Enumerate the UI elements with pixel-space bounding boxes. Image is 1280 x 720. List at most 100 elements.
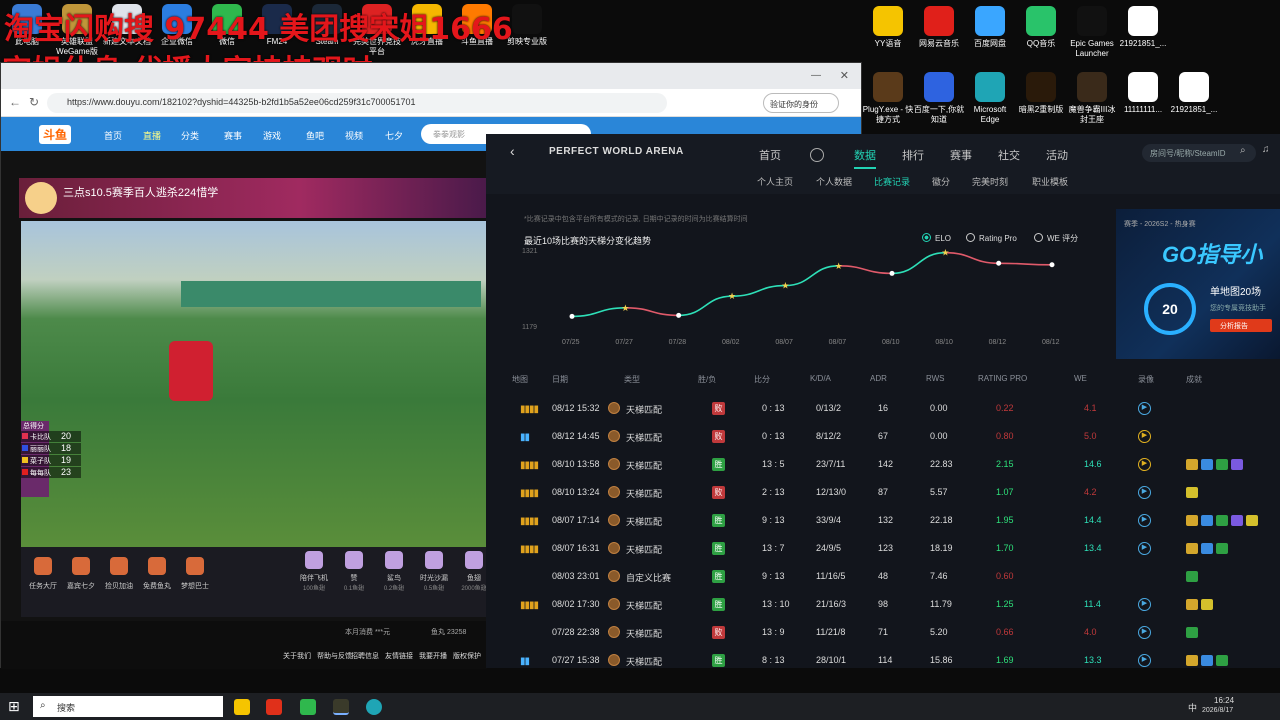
replay-icon[interactable]: ▶ xyxy=(1138,402,1151,415)
table-row[interactable]: ▮▮▮▮ 08/02 17:30 天梯匹配 胜 13 : 10 21/16/3 98 11.7… xyxy=(512,590,1280,618)
achievement-tag[interactable] xyxy=(1186,571,1198,582)
gift-item[interactable]: 赞 0.1鱼翅 xyxy=(335,551,373,592)
achievement-tag[interactable] xyxy=(1216,655,1228,666)
footer-link[interactable]: 友情链接 xyxy=(385,651,413,661)
gift-item[interactable]: 鲨鸟 0.2鱼翅 xyxy=(375,551,413,592)
douyu-logo[interactable]: 斗鱼 xyxy=(39,125,72,144)
replay-icon[interactable]: ▶ xyxy=(1138,514,1151,527)
replay-icon[interactable]: ▶ xyxy=(1138,654,1151,667)
table-row[interactable]: ▮▮▮▮ 08/10 13:24 天梯匹配 败 2 : 13 12/13/0 87 5.57 1… xyxy=(512,478,1280,506)
replay-icon[interactable]: ▶ xyxy=(1138,542,1151,555)
desktop-icon[interactable]: 暗黑2重制版 xyxy=(1015,72,1067,115)
achievement-tag[interactable] xyxy=(1201,459,1213,470)
nav-live[interactable]: 直播 xyxy=(143,129,161,142)
achievement-tag[interactable] xyxy=(1216,543,1228,554)
achievement-tag[interactable] xyxy=(1186,543,1198,554)
achievement-tag[interactable] xyxy=(1186,627,1198,638)
avatar[interactable] xyxy=(810,148,824,162)
back-chevron-icon[interactable]: ‹ xyxy=(510,143,515,159)
nav-fishbar[interactable]: 鱼吧 xyxy=(306,129,324,142)
analysis-report-button[interactable]: 分析报告 xyxy=(1210,319,1272,332)
game-taskbar-icon[interactable] xyxy=(333,699,349,715)
search-icon[interactable]: ⌕ xyxy=(1240,145,1246,156)
gift-item[interactable]: 梦想巴士 xyxy=(177,557,213,591)
achievement-tag[interactable] xyxy=(1216,459,1228,470)
desktop-icon[interactable]: 11111111... xyxy=(1117,72,1169,115)
footer-link[interactable]: 招聘信息 xyxy=(351,651,379,661)
desktop-icon[interactable]: Microsoft Edge xyxy=(964,72,1016,125)
table-row[interactable]: 07/28 22:38 天梯匹配 败 13 : 9 11/21/8 71 5.20 0.66 4… xyxy=(512,618,1280,646)
nav-home[interactable]: 首页 xyxy=(104,129,122,142)
edge-taskbar-icon[interactable] xyxy=(366,699,382,715)
url-input[interactable]: https://www.douyu.com/182102?dyshid=4432… xyxy=(47,93,667,113)
minimize-icon[interactable]: — xyxy=(811,70,821,81)
nav-category[interactable]: 分类 xyxy=(181,129,199,142)
back-icon[interactable]: ← xyxy=(9,95,21,109)
desktop-icon[interactable]: 魔兽争霸III冰封王座 xyxy=(1066,72,1118,125)
streamer-avatar[interactable] xyxy=(25,182,57,214)
footer-link[interactable]: 帮助与反馈 xyxy=(317,651,352,661)
achievement-tag[interactable] xyxy=(1201,515,1213,526)
column-header[interactable]: 类型 xyxy=(624,374,640,385)
nav-data[interactable]: 数据 xyxy=(854,147,876,169)
replay-icon[interactable]: ▶ xyxy=(1138,626,1151,639)
achievement-tag[interactable] xyxy=(1231,459,1243,470)
table-row[interactable]: ▮▮ 07/27 15:38 天梯匹配 胜 8 : 13 28/10/1 114 15.86 1… xyxy=(512,646,1280,668)
table-row[interactable]: ▮▮▮▮ 08/10 13:58 天梯匹配 胜 13 : 5 23/7/11 142 22.8… xyxy=(512,450,1280,478)
replay-icon[interactable]: ▶ xyxy=(1138,430,1151,443)
achievement-tag[interactable] xyxy=(1186,459,1198,470)
subnav-data[interactable]: 个人数据 xyxy=(816,175,852,188)
achievement-tag[interactable] xyxy=(1231,515,1243,526)
table-row[interactable]: ▮▮▮▮ 08/07 17:14 天梯匹配 胜 9 : 13 33/9/4 132 22.18… xyxy=(512,506,1280,534)
achievement-tag[interactable] xyxy=(1201,543,1213,554)
nav-video[interactable]: 视频 xyxy=(345,129,363,142)
desktop-icon[interactable]: 21921851_... xyxy=(1168,72,1220,115)
replay-icon[interactable]: ▶ xyxy=(1138,598,1151,611)
desktop-icon[interactable]: 百度一下,你就知道 xyxy=(913,72,965,125)
footer-link[interactable]: 关于我们 xyxy=(283,651,311,661)
table-row[interactable]: ▮▮ 08/12 14:45 天梯匹配 败 0 : 13 8/12/2 67 0.00 0.80… xyxy=(512,422,1280,450)
gift-item[interactable]: 免费鱼丸 xyxy=(139,557,175,591)
nav-events[interactable]: 赛事 xyxy=(224,129,242,142)
gift-item[interactable]: 时光沙漏 0.5鱼翅 xyxy=(415,551,453,592)
gift-item[interactable]: 捡贝加油 xyxy=(101,557,137,591)
desktop-icon[interactable]: 百度网盘 xyxy=(964,6,1016,49)
app-taskbar-icon[interactable] xyxy=(266,699,282,715)
column-header[interactable]: 日期 xyxy=(552,374,568,385)
pwa-search-input[interactable]: 房间号/昵称/SteamID xyxy=(1142,144,1256,162)
achievement-tag[interactable] xyxy=(1201,599,1213,610)
achievement-tag[interactable] xyxy=(1186,515,1198,526)
subnav-home[interactable]: 个人主页 xyxy=(757,175,793,188)
table-row[interactable]: ▮▮▮▮ 08/07 16:31 天梯匹配 胜 13 : 7 24/9/5 123 18.19… xyxy=(512,534,1280,562)
desktop-icon[interactable]: YY语音 xyxy=(862,6,914,49)
table-row[interactable]: 08/03 23:01 自定义比赛 胜 9 : 13 11/16/5 48 7.46 0.60 xyxy=(512,562,1280,590)
bell-icon[interactable]: ♫ xyxy=(1262,144,1270,155)
clock-date[interactable]: 2026/8/17 xyxy=(1202,707,1233,714)
video-player[interactable]: 总得分 卡比队 20 丽丽队 18 菜子队 19 每每队 23 xyxy=(21,221,487,547)
table-row[interactable]: ▮▮▮▮ 08/12 15:32 天梯匹配 败 0 : 13 0/13/2 16 0.00 0.… xyxy=(512,394,1280,422)
desktop-icon[interactable]: Epic Games Launcher xyxy=(1066,6,1118,59)
nav-events[interactable]: 赛事 xyxy=(950,147,972,163)
desktop-icon[interactable]: QQ音乐 xyxy=(1015,6,1067,49)
subnav-badge[interactable]: 徽分 xyxy=(932,175,950,188)
achievement-tag[interactable] xyxy=(1246,515,1258,526)
close-icon[interactable]: ✕ xyxy=(840,69,849,82)
reload-icon[interactable]: ↻ xyxy=(29,95,39,109)
nav-rank[interactable]: 排行 xyxy=(902,147,924,163)
subnav-records[interactable]: 比赛记录 xyxy=(874,175,910,188)
nav-home[interactable]: 首页 xyxy=(759,147,781,163)
gift-item[interactable]: 嘉宾七夕 xyxy=(63,557,99,591)
achievement-tag[interactable] xyxy=(1186,487,1198,498)
gift-item[interactable]: 陪伴飞机 100鱼翅 xyxy=(295,551,333,592)
replay-icon[interactable]: ▶ xyxy=(1138,486,1151,499)
achievement-tag[interactable] xyxy=(1186,655,1198,666)
clock-time[interactable]: 16:24 xyxy=(1214,696,1234,705)
ime-indicator[interactable]: 中 xyxy=(1188,701,1197,714)
nav-activity[interactable]: 活动 xyxy=(1046,147,1068,163)
yy-taskbar-icon[interactable] xyxy=(234,699,250,715)
nav-qixi[interactable]: 七夕 xyxy=(385,129,403,142)
taskbar-search-input[interactable]: 搜索 xyxy=(33,696,223,717)
footer-link[interactable]: 我要开播 xyxy=(419,651,447,661)
nav-games[interactable]: 游戏 xyxy=(263,129,281,142)
desktop-icon[interactable]: 网易云音乐 xyxy=(913,6,965,49)
